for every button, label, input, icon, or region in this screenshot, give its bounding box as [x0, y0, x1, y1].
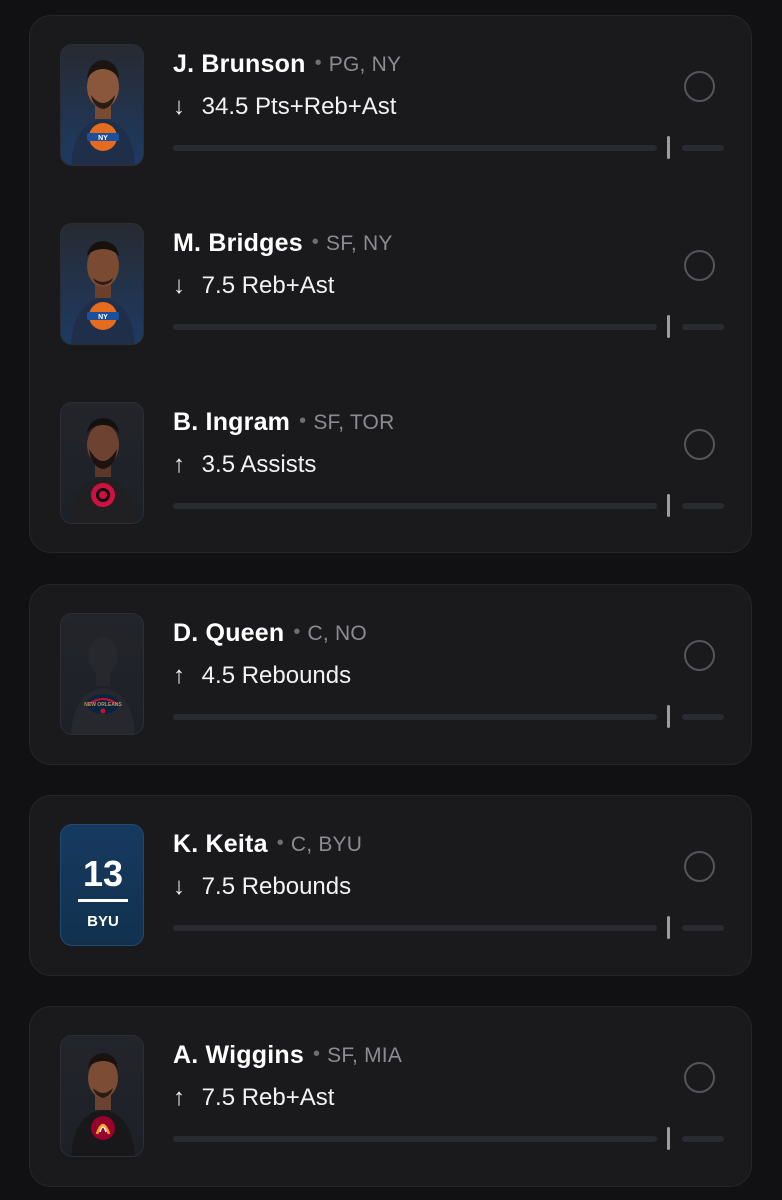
arrow-down-icon: ↓ — [173, 272, 185, 299]
prop-value: 34.5 Pts+Reb+Ast — [201, 93, 397, 120]
prop-value: 4.5 Rebounds — [201, 662, 352, 689]
player-position-team: PG, NY — [328, 53, 402, 76]
jersey-number-badge: 13 BYU — [60, 824, 144, 946]
player-name: J. Brunson — [173, 50, 306, 78]
select-radio[interactable] — [684, 429, 715, 460]
line-marker — [667, 136, 670, 159]
player-headshot: NY — [60, 44, 144, 166]
separator-dot: • — [311, 231, 319, 253]
separator-dot: • — [314, 52, 322, 74]
player-name-line: J. Brunson • PG, NY — [173, 50, 401, 79]
player-row[interactable]: NEW ORLEANS D. Queen • C, NO ↑ 4.5 Rebound… — [30, 585, 751, 766]
prop-line: ↑ 3.5 Assists — [173, 451, 316, 479]
pick-group-card: NY J. Brunson • PG, NY ↓ 34.5 Pts+Reb+Ast — [29, 15, 752, 553]
arrow-down-icon: ↓ — [173, 873, 185, 900]
progress-track-end — [682, 1136, 724, 1142]
select-radio[interactable] — [684, 640, 715, 671]
select-radio[interactable] — [684, 1062, 715, 1093]
progress-track — [173, 145, 657, 151]
line-marker — [667, 705, 670, 728]
player-headshot — [60, 1035, 144, 1157]
progress-track-end — [682, 714, 724, 720]
svg-text:NY: NY — [98, 314, 108, 321]
player-row[interactable]: NY J. Brunson • PG, NY ↓ 34.5 Pts+Reb+Ast — [30, 16, 751, 196]
player-name-line: D. Queen • C, NO — [173, 619, 367, 648]
player-name-line: K. Keita • C, BYU — [173, 830, 362, 859]
arrow-up-icon: ↑ — [173, 1084, 185, 1111]
player-name: B. Ingram — [173, 408, 291, 436]
prop-line: ↑ 4.5 Rebounds — [173, 662, 351, 690]
line-marker — [667, 315, 670, 338]
picks-list: NY J. Brunson • PG, NY ↓ 34.5 Pts+Reb+Ast — [0, 0, 782, 1200]
prop-value: 7.5 Reb+Ast — [201, 1084, 335, 1111]
prop-line: ↑ 7.5 Reb+Ast — [173, 1084, 334, 1112]
arrow-down-icon: ↓ — [173, 93, 185, 120]
player-position-team: C, BYU — [290, 833, 363, 856]
player-name: A. Wiggins — [173, 1041, 304, 1069]
player-name: D. Queen — [173, 619, 285, 647]
player-name: K. Keita — [173, 830, 268, 858]
player-row[interactable]: 13 BYU K. Keita • C, BYU ↓ 7.5 Rebounds — [30, 796, 751, 977]
player-name-line: B. Ingram • SF, TOR — [173, 408, 394, 437]
jersey-number: 13 — [83, 853, 123, 894]
prop-line: ↓ 7.5 Rebounds — [173, 873, 351, 901]
pick-group-card: 13 BYU K. Keita • C, BYU ↓ 7.5 Rebounds — [29, 795, 752, 976]
progress-track — [173, 1136, 657, 1142]
line-marker — [667, 1127, 670, 1150]
separator-dot: • — [312, 1043, 321, 1065]
progress-track-end — [682, 324, 724, 330]
line-marker — [667, 494, 670, 517]
svg-text:NEW ORLEANS: NEW ORLEANS — [84, 702, 122, 708]
player-row[interactable]: NY M. Bridges • SF, NY ↓ 7.5 Reb+Ast — [30, 195, 751, 375]
progress-track — [173, 503, 657, 509]
separator-dot: • — [299, 410, 307, 432]
pick-group-card: NEW ORLEANS D. Queen • C, NO ↑ 4.5 Rebound… — [29, 584, 752, 765]
jersey-team: BYU — [87, 913, 119, 930]
select-radio[interactable] — [684, 851, 715, 882]
player-name-line: A. Wiggins • SF, MIA — [173, 1041, 402, 1070]
player-headshot — [60, 402, 144, 524]
separator-dot: • — [276, 832, 284, 854]
line-marker — [667, 916, 670, 939]
progress-track-end — [682, 145, 724, 151]
progress-track — [173, 925, 657, 931]
prop-line: ↓ 7.5 Reb+Ast — [173, 272, 334, 300]
select-radio[interactable] — [684, 250, 715, 281]
prop-line: ↓ 34.5 Pts+Reb+Ast — [173, 93, 396, 121]
player-headshot: NY — [60, 223, 144, 345]
player-position-team: SF, TOR — [313, 411, 395, 434]
progress-track-end — [682, 925, 724, 931]
player-row[interactable]: B. Ingram • SF, TOR ↑ 3.5 Assists — [30, 374, 751, 554]
prop-value: 7.5 Reb+Ast — [201, 272, 335, 299]
arrow-up-icon: ↑ — [173, 451, 185, 478]
prop-value: 7.5 Rebounds — [201, 873, 352, 900]
progress-track-end — [682, 503, 724, 509]
player-row[interactable]: A. Wiggins • SF, MIA ↑ 7.5 Reb+Ast — [30, 1007, 751, 1188]
player-position-team: SF, NY — [326, 232, 393, 255]
player-headshot: NEW ORLEANS — [60, 613, 144, 735]
player-name: M. Bridges — [173, 229, 303, 257]
select-radio[interactable] — [684, 71, 715, 102]
player-name-line: M. Bridges • SF, NY — [173, 229, 393, 258]
svg-text:NY: NY — [98, 135, 108, 142]
arrow-up-icon: ↑ — [173, 662, 185, 689]
separator-dot: • — [293, 621, 301, 643]
progress-track — [173, 714, 657, 720]
pick-group-card: A. Wiggins • SF, MIA ↑ 7.5 Reb+Ast — [29, 1006, 752, 1187]
prop-value: 3.5 Assists — [201, 451, 317, 478]
progress-track — [173, 324, 657, 330]
player-position-team: C, NO — [307, 622, 367, 645]
player-position-team: SF, MIA — [327, 1044, 403, 1067]
